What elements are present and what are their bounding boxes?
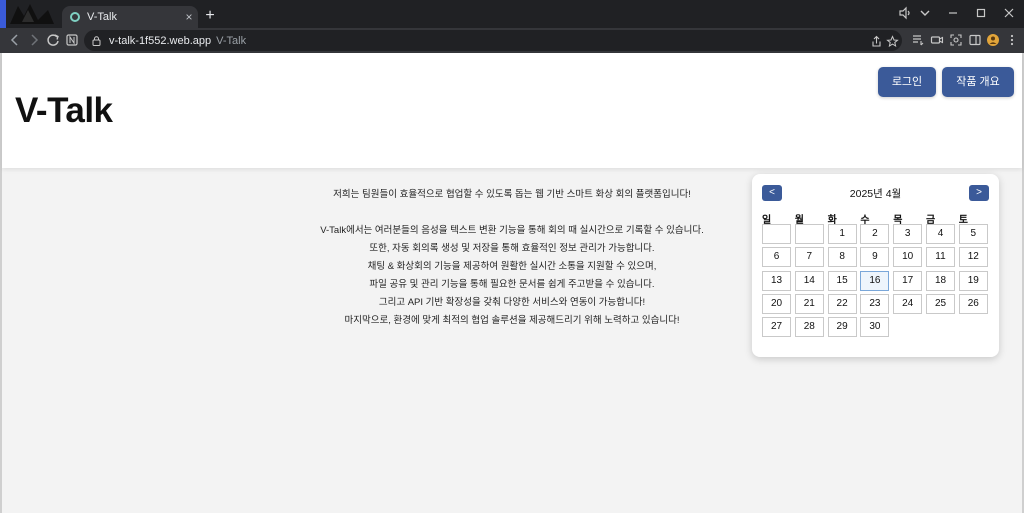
- calendar-day[interactable]: 5: [958, 224, 988, 244]
- side-panel-icon[interactable]: [968, 33, 982, 47]
- window-edge: [0, 0, 6, 28]
- calendar-day[interactable]: 8: [827, 247, 857, 268]
- speaker-icon[interactable]: [898, 6, 912, 20]
- profile-avatar-icon[interactable]: [986, 33, 1000, 47]
- address-bar[interactable]: v-talk-1f552.web.app V-Talk: [84, 30, 902, 51]
- calendar-next-button[interactable]: >: [969, 185, 989, 201]
- reload-icon[interactable]: [44, 31, 62, 49]
- more-menu-icon[interactable]: [1005, 33, 1019, 47]
- calendar-day[interactable]: 3: [893, 224, 923, 244]
- camera-icon[interactable]: [930, 33, 944, 47]
- calendar-day[interactable]: 26: [958, 293, 988, 314]
- calendar-day[interactable]: 24: [893, 293, 923, 314]
- close-icon[interactable]: [1002, 6, 1016, 20]
- screenshot-icon[interactable]: [949, 33, 963, 47]
- about-project-button[interactable]: 작품 개요: [942, 67, 1014, 97]
- address-page-title: V-Talk: [216, 34, 247, 47]
- back-icon[interactable]: [6, 31, 24, 49]
- calendar-day[interactable]: 27: [762, 317, 791, 338]
- calendar-day[interactable]: 30: [860, 317, 890, 338]
- calendar-day[interactable]: 19: [958, 270, 988, 291]
- notion-extension-icon[interactable]: [63, 31, 81, 49]
- tab-title: V-Talk: [87, 11, 117, 23]
- calendar-day[interactable]: 28: [794, 317, 824, 338]
- bookmark-star-icon[interactable]: [886, 35, 899, 48]
- login-button[interactable]: 로그인: [878, 67, 936, 97]
- calendar-empty-cell: [794, 224, 824, 244]
- calendar-day[interactable]: 2: [860, 224, 890, 244]
- maximize-icon[interactable]: [974, 6, 988, 20]
- calendar-widget: < 2025년 4월 > 일 월 화 수 목 금 토 1 2 3 4 5 6 7 8 9 10 11 12 13 14 1…: [752, 174, 999, 357]
- browser-titlebar: V-Talk × +: [0, 0, 1024, 28]
- site-logo[interactable]: V-Talk: [15, 91, 113, 131]
- address-url: v-talk-1f552.web.app: [109, 34, 212, 47]
- share-icon[interactable]: [870, 35, 883, 48]
- tab-search-chevron-icon[interactable]: [918, 6, 932, 20]
- calendar-day[interactable]: 12: [958, 247, 988, 268]
- calendar-day[interactable]: 17: [893, 270, 923, 291]
- calendar-day[interactable]: 11: [926, 247, 955, 268]
- site-info-icon[interactable]: [92, 35, 101, 46]
- calendar-day[interactable]: 7: [794, 247, 824, 268]
- calendar-day[interactable]: 9: [860, 247, 890, 268]
- calendar-day[interactable]: 15: [827, 270, 857, 291]
- profile-art-icon: [10, 4, 54, 24]
- calendar-day[interactable]: 21: [794, 293, 824, 314]
- calendar-day[interactable]: 18: [926, 270, 955, 291]
- calendar-day[interactable]: 20: [762, 293, 791, 314]
- vtalk-favicon-icon: [70, 12, 80, 22]
- calendar-day[interactable]: 14: [794, 270, 824, 291]
- browser-toolbar: v-talk-1f552.web.app V-Talk: [0, 28, 1024, 53]
- new-tab-icon[interactable]: +: [202, 7, 218, 25]
- calendar-month-title: 2025년 4월: [849, 188, 902, 200]
- reading-list-icon[interactable]: [911, 33, 925, 47]
- calendar-day[interactable]: 13: [762, 270, 791, 291]
- calendar-empty-cell: [762, 224, 791, 244]
- calendar-day[interactable]: 1: [827, 224, 857, 244]
- calendar-day[interactable]: 23: [860, 293, 890, 314]
- tab-close-icon[interactable]: ×: [180, 10, 198, 24]
- calendar-day[interactable]: 10: [893, 247, 923, 268]
- calendar-day[interactable]: 25: [926, 293, 955, 314]
- calendar-day[interactable]: 22: [827, 293, 857, 314]
- calendar-day[interactable]: 4: [926, 224, 955, 244]
- minimize-icon[interactable]: [946, 6, 960, 20]
- site-header: V-Talk 로그인 작품 개요: [2, 53, 1022, 168]
- calendar-day[interactable]: 6: [762, 247, 791, 268]
- calendar-day[interactable]: 29: [827, 317, 857, 338]
- calendar-day-today[interactable]: 16: [860, 270, 890, 291]
- forward-icon[interactable]: [25, 31, 43, 49]
- browser-tab-vtalk[interactable]: V-Talk ×: [62, 6, 198, 28]
